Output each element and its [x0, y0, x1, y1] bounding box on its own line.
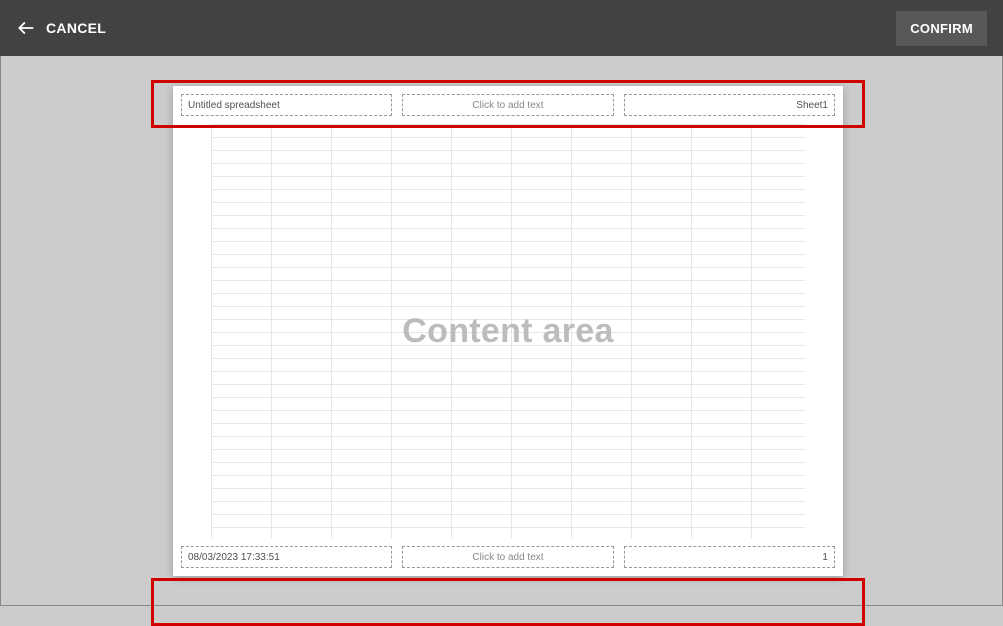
- header-center-field[interactable]: Click to add text: [402, 94, 613, 116]
- header-fields-row: Untitled spreadsheet Click to add text S…: [181, 94, 835, 116]
- header-left-field[interactable]: Untitled spreadsheet: [181, 94, 392, 116]
- footer-highlight-box: [151, 578, 865, 626]
- header-right-field[interactable]: Sheet1: [624, 94, 835, 116]
- page-inner: Untitled spreadsheet Click to add text S…: [181, 94, 835, 568]
- confirm-button[interactable]: CONFIRM: [896, 11, 987, 46]
- workspace: Untitled spreadsheet Click to add text S…: [0, 56, 1003, 606]
- footer-center-field[interactable]: Click to add text: [402, 546, 613, 568]
- back-arrow-icon: [16, 18, 36, 38]
- cancel-label: CANCEL: [46, 20, 106, 36]
- footer-right-field[interactable]: 1: [624, 546, 835, 568]
- top-bar: CANCEL CONFIRM: [0, 0, 1003, 56]
- cancel-button[interactable]: CANCEL: [16, 18, 106, 38]
- content-area-watermark: Content area: [402, 312, 613, 351]
- footer-left-field[interactable]: 08/03/2023 17:33:51: [181, 546, 392, 568]
- content-area: Content area: [181, 124, 835, 538]
- footer-fields-row: 08/03/2023 17:33:51 Click to add text 1: [181, 546, 835, 568]
- page-preview: Untitled spreadsheet Click to add text S…: [173, 86, 843, 576]
